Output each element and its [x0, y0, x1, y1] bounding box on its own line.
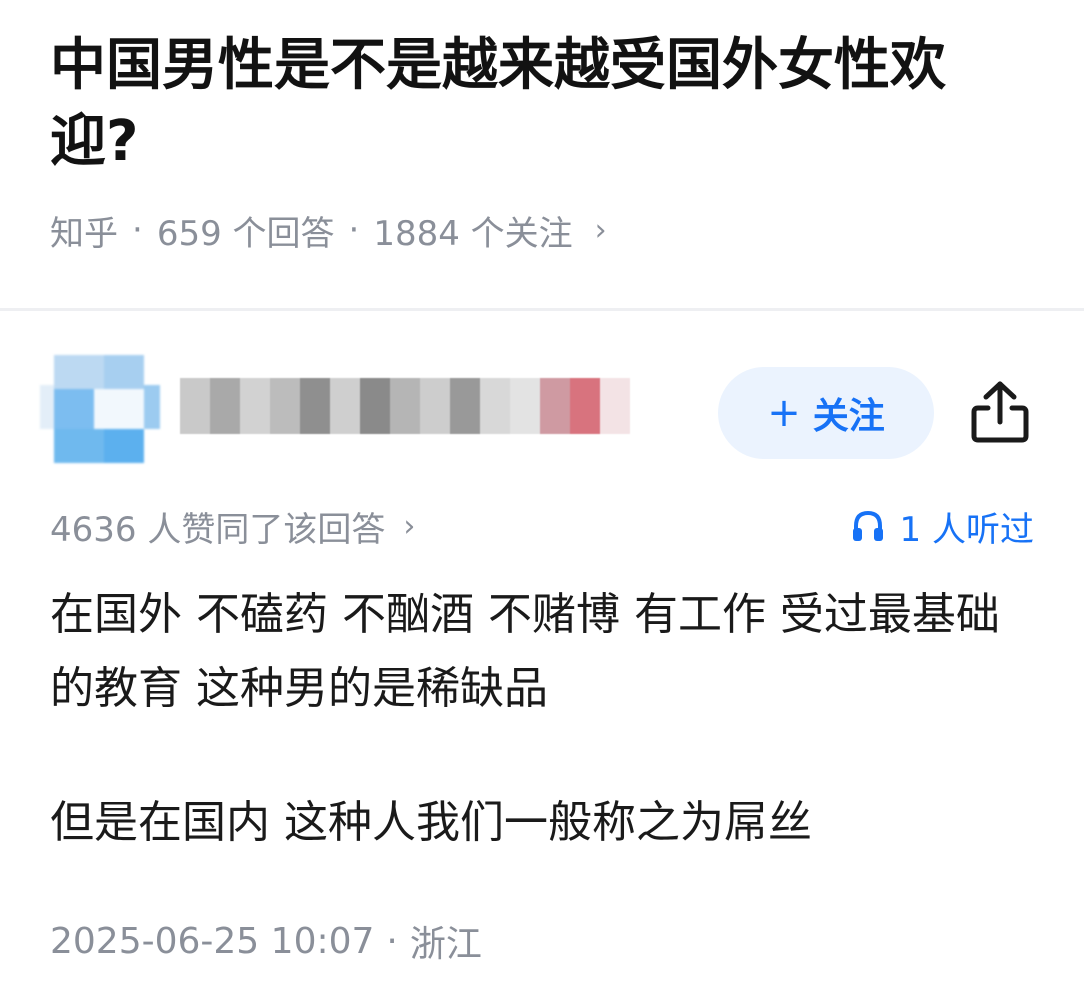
headphones-icon	[852, 510, 883, 541]
listener-count: 1 人听过	[899, 509, 1034, 550]
plus-icon: +	[767, 390, 801, 436]
answer-content[interactable]: 在国外 不磕药 不酗酒 不赌博 有工作 受过最基础的教育 这种男的是稀缺品 但是…	[50, 578, 1040, 860]
answer-paragraph: 但是在国内 这种人我们一般称之为屌丝	[50, 797, 812, 848]
vote-summary[interactable]: 4636 人赞同了该回答 ›	[50, 502, 415, 550]
answers-count: 659 个回答	[156, 213, 335, 254]
avatar[interactable]	[40, 355, 160, 463]
follow-label: 关注	[812, 396, 885, 437]
meta-separator: ·	[348, 210, 360, 250]
footer-separator: ·	[386, 920, 398, 962]
question-meta[interactable]: 知乎 · 659 个回答 · 1884 个关注 ›	[50, 205, 607, 255]
followers-count: 1884 个关注	[373, 213, 573, 254]
answer-date: 2025-06-25 10:07	[50, 920, 375, 962]
answer-footer: 2025-06-25 10:07 · 浙江	[50, 915, 482, 967]
follow-button[interactable]: + 关注	[718, 367, 934, 459]
source-label: 知乎	[50, 213, 118, 254]
meta-separator: ·	[132, 210, 143, 250]
share-icon[interactable]	[968, 378, 1032, 446]
listen-button[interactable]: 1 人听过	[850, 502, 1034, 550]
question-title[interactable]: 中国男性是不是越来越受国外女性欢迎?	[50, 28, 1010, 180]
author-name-blurred[interactable]	[180, 378, 630, 434]
chevron-right-icon: ›	[403, 508, 416, 544]
section-divider	[0, 308, 1084, 311]
chevron-right-icon: ›	[594, 212, 607, 248]
answer-location: 浙江	[409, 924, 482, 965]
answer-paragraph: 在国外 不磕药 不酗酒 不赌博 有工作 受过最基础的教育 这种男的是稀缺品	[50, 589, 1000, 714]
vote-count: 4636 人赞同了该回答	[50, 509, 386, 550]
